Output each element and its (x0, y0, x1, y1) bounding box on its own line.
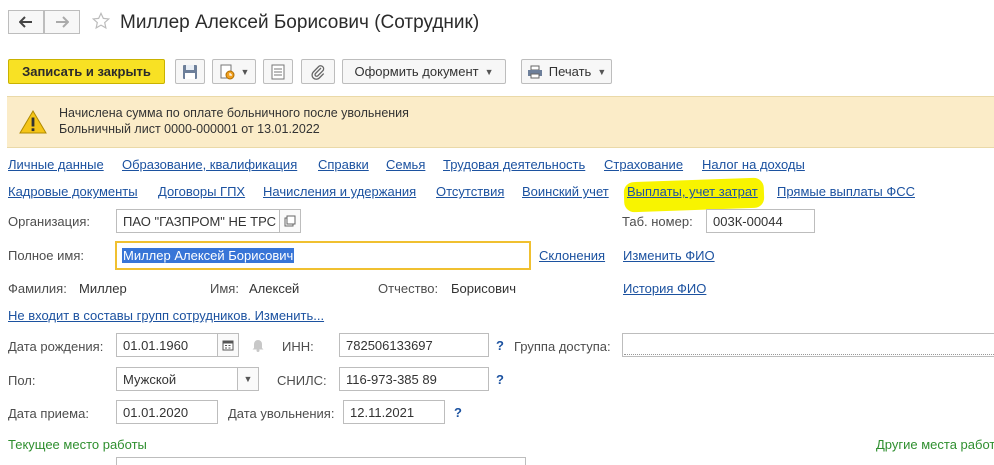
gender-dropdown-button[interactable]: ▼ (237, 367, 259, 391)
save-and-close-label: Записать и закрыть (22, 64, 151, 79)
chevron-down-icon: ▼ (484, 66, 494, 77)
chevron-down-icon: ▼ (597, 66, 607, 77)
link-military[interactable]: Воинский учет (522, 184, 609, 199)
link-work-history[interactable]: Трудовая деятельность (443, 157, 585, 172)
chevron-down-icon: ▼ (240, 66, 250, 77)
link-family[interactable]: Семья (386, 157, 425, 172)
reports-button[interactable] (263, 59, 293, 84)
arrow-left-icon (19, 16, 32, 28)
dismissal-date-field[interactable]: 12.11.2021 (343, 400, 445, 424)
link-hr-documents[interactable]: Кадровые документы (8, 184, 138, 199)
arrow-right-icon (56, 16, 69, 28)
forward-button[interactable] (44, 10, 80, 34)
paperclip-icon (311, 64, 325, 80)
print-label: Печать (548, 64, 592, 79)
patronymic-value: Борисович (451, 281, 517, 296)
attach-button[interactable] (301, 59, 335, 84)
inn-help-icon[interactable]: ? (496, 338, 504, 353)
current-workplace-heading: Текущее место работы (8, 437, 147, 452)
birth-date-calendar-button[interactable] (217, 333, 239, 357)
link-personal-data[interactable]: Личные данные (8, 157, 104, 172)
link-certificates[interactable]: Справки (318, 157, 369, 172)
tab-number-label: Таб. номер: (622, 214, 693, 229)
floppy-disk-icon (183, 64, 197, 79)
patronymic-label: Отчество: (378, 281, 439, 296)
page-title: Миллер Алексей Борисович (Сотрудник) (120, 12, 480, 33)
organization-field[interactable]: ПАО "ГАЗПРОМ" НЕ ТРС (116, 209, 280, 233)
organization-label: Организация: (8, 214, 91, 229)
organization-open-button[interactable] (279, 209, 301, 233)
tab-number-field[interactable]: 003К-00044 (706, 209, 815, 233)
declensions-link[interactable]: Склонения (539, 248, 605, 263)
history-dropdown-button[interactable]: ▼ (212, 59, 256, 84)
gender-label: Пол: (8, 373, 36, 388)
report-list-icon (271, 64, 285, 79)
link-fss-payments[interactable]: Прямые выплаты ФСС (777, 184, 915, 199)
gender-select[interactable]: Мужской (116, 367, 238, 391)
birth-date-field[interactable]: 01.01.1960 (116, 333, 218, 357)
save-and-close-button[interactable]: Записать и закрыть (8, 59, 165, 84)
open-icon (284, 215, 296, 227)
dismissal-help-icon[interactable]: ? (454, 405, 462, 420)
name-history-link[interactable]: История ФИО (623, 281, 706, 296)
banner-line-1: Начислена сумма по оплате больничного по… (59, 106, 409, 120)
hire-date-label: Дата приема: (8, 406, 89, 421)
link-accruals[interactable]: Начисления и удержания (263, 184, 416, 199)
link-education[interactable]: Образование, квалификация (122, 157, 297, 172)
surname-label: Фамилия: (8, 281, 67, 296)
warning-icon (19, 110, 47, 134)
link-gph-contracts[interactable]: Договоры ГПХ (158, 184, 245, 199)
link-payments[interactable]: Выплаты, учет затрат (627, 184, 758, 199)
inn-field[interactable]: 782506133697 (339, 333, 489, 357)
favorite-button[interactable] (91, 11, 111, 33)
link-absences[interactable]: Отсутствия (436, 184, 504, 199)
snils-field[interactable]: 116-973-385 89 (339, 367, 489, 391)
create-document-button[interactable]: Оформить документ ▼ (342, 59, 506, 84)
bell-icon (251, 338, 265, 355)
access-group-dropdown-strip (624, 354, 994, 355)
printer-icon (527, 65, 542, 78)
snils-label: СНИЛС: (277, 373, 327, 388)
birth-date-label: Дата рождения: (8, 339, 104, 354)
access-group-label: Группа доступа: (514, 339, 611, 354)
workplace-field-top (116, 457, 526, 465)
notification-banner: Начислена сумма по оплате больничного по… (7, 96, 994, 148)
back-button[interactable] (8, 10, 44, 34)
banner-line-2: Больничный лист 0000-000001 от 13.01.202… (59, 122, 320, 136)
link-income-tax[interactable]: Налог на доходы (702, 157, 805, 172)
document-clock-icon (220, 64, 235, 79)
full-name-label: Полное имя: (8, 248, 84, 263)
create-document-label: Оформить документ (354, 64, 479, 79)
inn-label: ИНН: (282, 339, 314, 354)
calendar-icon (222, 340, 234, 351)
chevron-down-icon: ▼ (243, 374, 253, 384)
dismissal-date-label: Дата увольнения: (228, 406, 335, 421)
surname-value: Миллер (79, 281, 127, 296)
hire-date-field[interactable]: 01.01.2020 (116, 400, 218, 424)
save-button[interactable] (175, 59, 205, 84)
full-name-value: Миллер Алексей Борисович (122, 248, 295, 263)
snils-help-icon[interactable]: ? (496, 372, 504, 387)
full-name-input[interactable]: Миллер Алексей Борисович (115, 241, 531, 270)
star-icon (91, 11, 111, 30)
change-name-link[interactable]: Изменить ФИО (623, 248, 715, 263)
print-button[interactable]: Печать ▼ (521, 59, 612, 84)
other-workplaces-heading: Другие места работ (876, 437, 994, 452)
name-value: Алексей (249, 281, 300, 296)
employee-groups-link[interactable]: Не входит в составы групп сотрудников. И… (8, 308, 324, 323)
link-insurance[interactable]: Страхование (604, 157, 683, 172)
name-label: Имя: (210, 281, 239, 296)
